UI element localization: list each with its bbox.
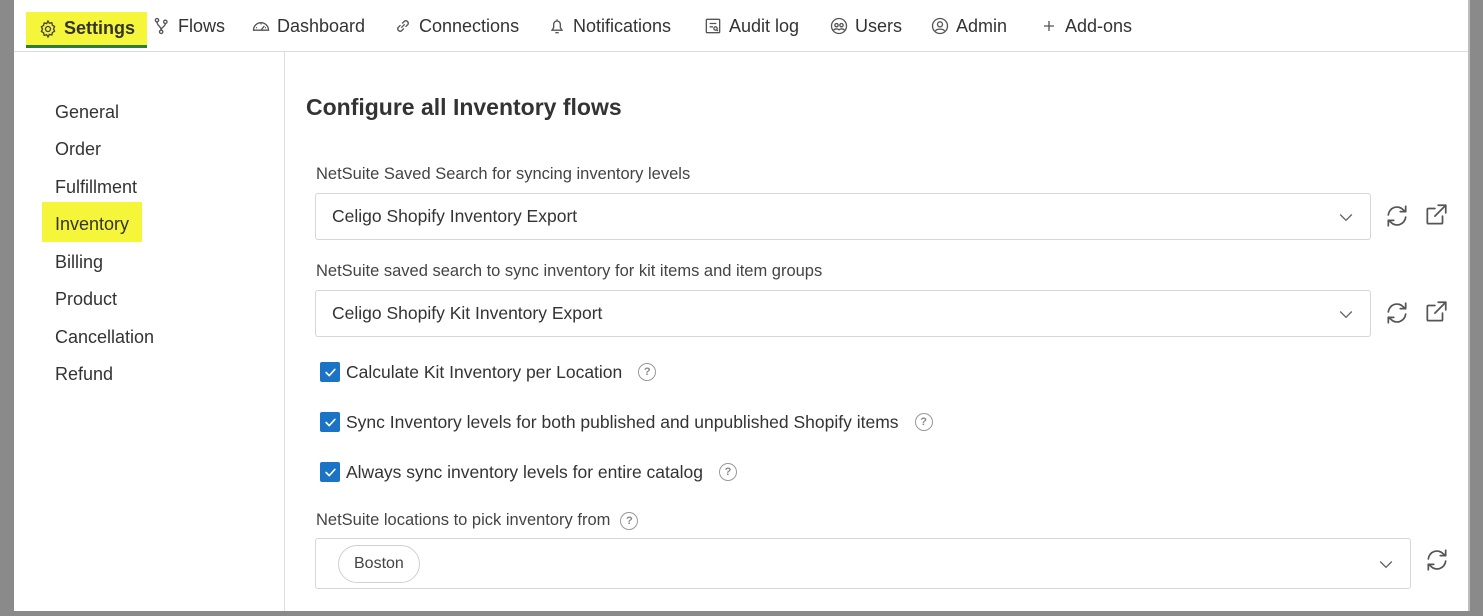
calc-kit-inventory-label: Calculate Kit Inventory per Location (346, 361, 623, 382)
external-link-icon (1426, 204, 1447, 225)
sidebar-item-label: Cancellation (55, 327, 155, 347)
flows-icon (154, 17, 168, 35)
nav-tab-audit-log[interactable]: Audit log (703, 0, 799, 52)
refresh-saved-search-button[interactable] (1382, 201, 1412, 231)
sync-entire-catalog-row: Always sync inventory levels for entire … (320, 461, 737, 483)
plus-icon (1044, 21, 1054, 31)
nav-tab-settings[interactable]: Settings (26, 12, 148, 48)
refresh-icon (1387, 302, 1407, 324)
checkmark-icon (324, 468, 336, 476)
audit-log-icon (705, 18, 721, 34)
sidebar-item-inventory[interactable]: Inventory (42, 202, 143, 242)
calc-kit-inventory-checkbox[interactable] (320, 362, 340, 382)
saved-search-label: NetSuite Saved Search for syncing invent… (316, 165, 691, 183)
bell-icon (550, 19, 564, 34)
sidebar-item-refund[interactable]: Refund (55, 360, 113, 388)
sidebar-item-label: Product (55, 289, 118, 309)
locations-multiselect[interactable]: Boston (315, 538, 1411, 589)
sidebar-item-billing[interactable]: Billing (55, 248, 103, 276)
chevron-down-icon (1339, 310, 1353, 318)
nav-tab-label: Notifications (573, 15, 672, 36)
refresh-locations-button[interactable] (1422, 545, 1452, 575)
link-icon (397, 20, 409, 32)
sync-published-row: Sync Inventory levels for both published… (320, 411, 933, 433)
sync-published-label: Sync Inventory levels for both published… (346, 411, 899, 432)
calc-kit-inventory-row: Calculate Kit Inventory per Location ? (320, 361, 657, 383)
saved-search-value: Celigo Shopify Inventory Export (332, 206, 578, 226)
nav-tab-label: Dashboard (277, 15, 366, 36)
sidebar-item-label: General (55, 102, 120, 122)
app-frame: Settings Flows Dashboard Connections Not… (14, 0, 1470, 611)
sidebar-item-cancellation[interactable]: Cancellation (55, 323, 154, 351)
sync-entire-catalog-label: Always sync inventory levels for entire … (346, 461, 703, 482)
nav-tab-flows[interactable]: Flows (152, 0, 225, 52)
nav-tab-label: Connections (419, 15, 520, 36)
refresh-kit-search-button[interactable] (1382, 298, 1412, 328)
nav-tab-label: Settings (64, 18, 136, 38)
open-saved-search-button[interactable] (1421, 200, 1451, 230)
nav-tab-dashboard[interactable]: Dashboard (251, 0, 365, 52)
external-link-icon (1426, 301, 1447, 322)
nav-tab-add-ons[interactable]: Add-ons (1039, 0, 1132, 52)
saved-search-select[interactable]: Celigo Shopify Inventory Export (315, 193, 1371, 240)
help-icon[interactable]: ? (620, 511, 639, 530)
locations-label: NetSuite locations to pick inventory fro… (316, 511, 611, 529)
nav-tab-users[interactable]: Users (829, 0, 902, 52)
nav-tab-label: Admin (956, 15, 1008, 36)
kit-search-select[interactable]: Celigo Shopify Kit Inventory Export (315, 290, 1371, 337)
help-icon[interactable]: ? (638, 363, 657, 381)
sidebar-item-label: Inventory (55, 214, 130, 234)
sync-published-checkbox[interactable] (320, 412, 340, 432)
kit-search-label: NetSuite saved search to sync inventory … (316, 262, 823, 280)
nav-tab-connections[interactable]: Connections (393, 0, 519, 52)
top-nav: Settings Flows Dashboard Connections Not… (14, 0, 1468, 52)
refresh-icon (1387, 205, 1407, 227)
help-icon[interactable]: ? (914, 413, 933, 431)
nav-tab-label: Flows (178, 15, 226, 36)
sidebar-item-order[interactable]: Order (55, 135, 101, 163)
nav-tab-label: Users (855, 15, 903, 36)
open-kit-search-button[interactable] (1421, 297, 1451, 327)
page-title: Configure all Inventory flows (306, 94, 622, 120)
sidebar-item-label: Billing (55, 252, 104, 272)
sidebar-item-product[interactable]: Product (55, 285, 117, 313)
nav-tab-label: Audit log (729, 15, 800, 36)
help-icon[interactable]: ? (718, 463, 737, 481)
dashboard-icon (252, 22, 270, 31)
sidebar-item-label: Fulfillment (55, 177, 138, 197)
user-circle-icon (931, 17, 949, 35)
location-chip[interactable]: Boston (338, 544, 420, 583)
sync-entire-catalog-checkbox[interactable] (320, 462, 340, 482)
nav-tab-notifications[interactable]: Notifications (547, 0, 671, 52)
locations-chip-container: Boston (316, 544, 1376, 583)
refresh-icon (1427, 549, 1447, 571)
settings-sidebar: General Order Fulfillment Inventory Bill… (14, 52, 285, 611)
sidebar-item-fulfillment[interactable]: Fulfillment (55, 173, 137, 201)
users-icon (830, 17, 848, 35)
checkmark-icon (324, 418, 336, 426)
gear-icon (40, 19, 56, 38)
chevron-down-icon (1379, 560, 1393, 568)
nav-tab-label: Add-ons (1065, 15, 1133, 36)
sidebar-item-label: Refund (55, 364, 114, 384)
checkmark-icon (324, 368, 336, 376)
nav-tab-admin[interactable]: Admin (930, 0, 1007, 52)
kit-search-value: Celigo Shopify Kit Inventory Export (332, 303, 603, 323)
chevron-down-icon (1339, 213, 1353, 221)
locations-label-row: NetSuite locations to pick inventory fro… (316, 511, 639, 530)
sidebar-item-general[interactable]: General (55, 98, 119, 126)
sidebar-item-label: Order (55, 139, 102, 159)
